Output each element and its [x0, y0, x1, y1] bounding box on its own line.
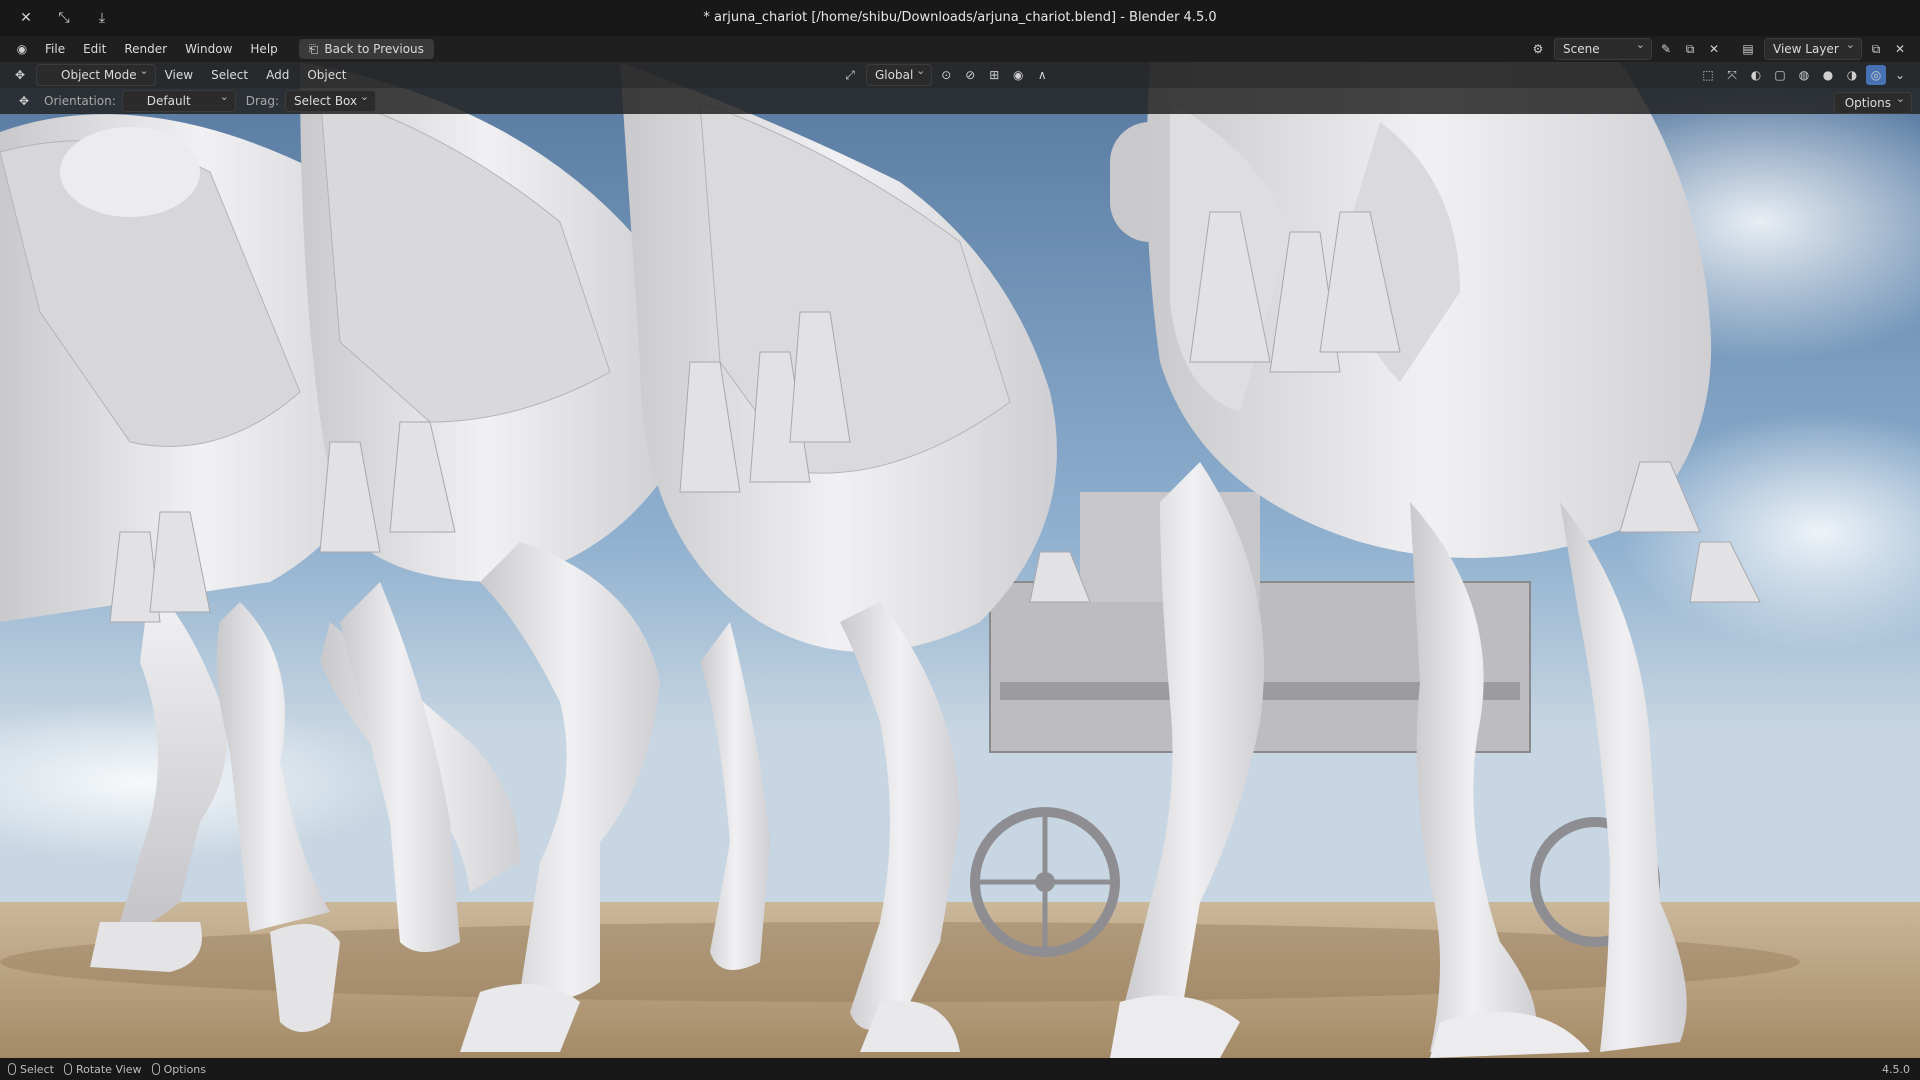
viewport-header: ✥ Object Mode View Select Add Object ⤢ G…	[0, 61, 1920, 88]
falloff-icon[interactable]: ∧	[1032, 65, 1052, 85]
delete-view-layer-icon[interactable]: ✕	[1890, 39, 1910, 59]
version-label: 4.5.0	[1882, 1062, 1910, 1076]
pivot-point-icon[interactable]: ⊙	[936, 65, 956, 85]
xray-icon[interactable]: ▢	[1770, 65, 1790, 85]
window-title: * arjuna_chariot [/home/shibu/Downloads/…	[703, 10, 1217, 25]
new-view-layer-icon[interactable]: ⧉	[1866, 39, 1886, 59]
statusbar: Select Rotate View Options 4.5.0	[0, 1058, 1920, 1080]
snap-icon[interactable]: ⊘	[960, 65, 980, 85]
orientation-label: Orientation:	[44, 94, 116, 108]
mouse-middle-icon	[63, 1063, 72, 1075]
viewport-shading-controls: ⬚ ⤧ ◐ ▢ ◍ ● ◑ ◎ ⌄	[1694, 65, 1910, 85]
new-scene-icon[interactable]: ⧉	[1680, 39, 1700, 59]
delete-scene-icon[interactable]: ✕	[1704, 39, 1724, 59]
back-icon: ⎗	[308, 42, 319, 56]
transform-orientation-dropdown[interactable]: Global	[866, 61, 933, 86]
status-rotate: Rotate View	[63, 1062, 142, 1076]
window-titlebar: ✕ ⤡ ⤓ * arjuna_chariot [/home/shibu/Down…	[0, 0, 1920, 36]
object-mode-dropdown[interactable]: Object Mode	[36, 61, 156, 86]
gizmo-icon[interactable]: ⤧	[1722, 65, 1742, 85]
3d-viewport[interactable]	[0, 62, 1920, 1058]
status-rotate-label: Rotate View	[75, 1062, 142, 1076]
wireframe-shading-icon[interactable]: ◍	[1794, 65, 1814, 85]
drag-label: Drag:	[245, 94, 279, 108]
mouse-right-icon	[151, 1063, 160, 1075]
overlay-icon[interactable]: ◐	[1746, 65, 1766, 85]
top-menubar: ◉ File Edit Render Window Help ⎗ Back to…	[0, 35, 1920, 62]
menu-file[interactable]: File	[36, 38, 74, 60]
menu-view[interactable]: View	[156, 64, 202, 86]
orientation-dropdown[interactable]: Default	[121, 87, 236, 112]
back-to-previous-button[interactable]: ⎗ Back to Previous	[298, 39, 434, 59]
menu-edit[interactable]: Edit	[74, 38, 115, 60]
status-options-label: Options	[163, 1062, 207, 1076]
menu-render[interactable]: Render	[115, 38, 176, 60]
mouse-left-icon	[8, 1063, 16, 1075]
viewport-render[interactable]	[0, 62, 1920, 1058]
menu-add[interactable]: Add	[257, 64, 298, 86]
solid-shading-icon[interactable]: ●	[1818, 65, 1838, 85]
menu-help[interactable]: Help	[241, 38, 286, 60]
proportional-editing-icon[interactable]: ◉	[1008, 65, 1028, 85]
menu-select[interactable]: Select	[202, 64, 257, 86]
status-options: Options	[151, 1062, 207, 1076]
transform-orientation-icon: ⤢	[845, 67, 855, 82]
tool-settings-bar: ✥ Orientation: Default Drag: Select Box	[0, 87, 1920, 114]
status-select: Select	[8, 1063, 54, 1076]
transform-controls: ⤢ Global ⊙ ⊘ ⊞ ◉ ∧	[836, 61, 1052, 86]
scene-icon[interactable]: ⚙	[1528, 39, 1548, 59]
options-button[interactable]: Options	[1833, 89, 1912, 114]
blender-logo-icon[interactable]: ◉	[12, 39, 32, 59]
snap-target-icon[interactable]: ⊞	[984, 65, 1004, 85]
menu-object[interactable]: Object	[298, 64, 355, 86]
editor-type-icon[interactable]: ✥	[10, 65, 30, 85]
back-to-previous-label: Back to Previous	[324, 42, 424, 56]
shading-options-icon[interactable]: ⌄	[1890, 65, 1910, 85]
scene-field[interactable]: Scene	[1554, 35, 1652, 60]
rendered-shading-icon[interactable]: ◎	[1866, 65, 1886, 85]
visibility-icon[interactable]: ⬚	[1698, 65, 1718, 85]
move-tool-icon[interactable]: ✥	[14, 91, 34, 111]
scene-selectors: ⚙ Scene ✎ ⧉ ✕ ▤ View Layer ⧉ ✕	[1524, 35, 1910, 60]
pin-icon[interactable]: ✎	[1656, 39, 1676, 59]
status-select-label: Select	[20, 1062, 54, 1076]
material-shading-icon[interactable]: ◑	[1842, 65, 1862, 85]
view-layer-field[interactable]: View Layer	[1764, 35, 1862, 60]
menu-window[interactable]: Window	[176, 38, 241, 60]
view-layer-icon[interactable]: ▤	[1738, 39, 1758, 59]
drag-dropdown[interactable]: Select Box	[284, 87, 377, 112]
